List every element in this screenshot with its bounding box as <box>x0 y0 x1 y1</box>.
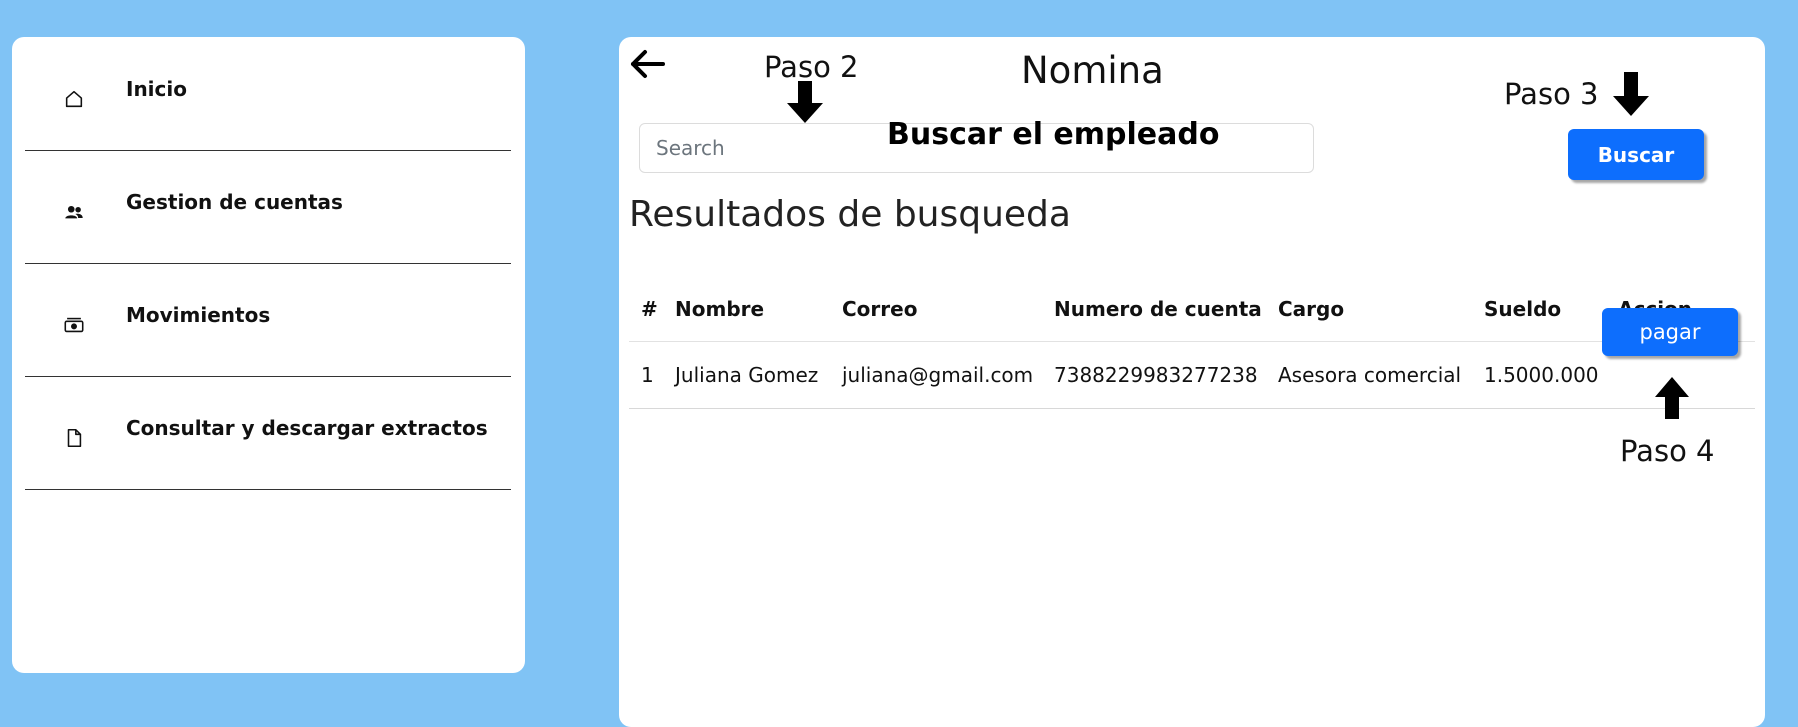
step-3-label: Paso 3 <box>1504 77 1599 111</box>
column-header: Correo <box>830 277 1042 342</box>
cell-sueldo: 1.5000.000 <box>1472 341 1606 409</box>
cell-nombre: Juliana Gomez <box>663 341 830 409</box>
arrow-up-icon <box>1655 377 1689 423</box>
home-icon <box>63 88 85 110</box>
column-header: Nombre <box>663 277 830 342</box>
arrow-left-icon[interactable] <box>627 47 667 81</box>
table-header-row: # Nombre Correo Numero de cuenta Cargo S… <box>629 277 1755 342</box>
sidebar-item-movimientos[interactable]: Movimientos <box>25 263 511 377</box>
sidebar-item-label: Consultar y descargar extractos <box>126 416 488 440</box>
search-button[interactable]: Buscar <box>1568 129 1704 180</box>
sidebar-item-gestion-cuentas[interactable]: Gestion de cuentas <box>25 150 511 264</box>
cell-correo: juliana@gmail.com <box>830 341 1042 409</box>
main-panel: Nomina Paso 2 Paso 3 Buscar el empleado … <box>619 37 1765 727</box>
pay-button[interactable]: pagar <box>1602 308 1738 356</box>
arrow-down-icon <box>787 81 823 127</box>
cash-icon <box>63 314 85 336</box>
results-table: # Nombre Correo Numero de cuenta Cargo S… <box>629 277 1755 409</box>
column-header: Sueldo <box>1472 277 1606 342</box>
search-hint-label: Buscar el empleado <box>887 117 1220 152</box>
cell-cargo: Asesora comercial <box>1266 341 1472 409</box>
sidebar-item-label: Inicio <box>126 77 187 101</box>
step-2-label: Paso 2 <box>764 50 859 84</box>
sidebar-item-label: Movimientos <box>126 303 271 327</box>
column-header: # <box>629 277 663 342</box>
cell-number: 1 <box>629 341 663 409</box>
sidebar-item-label: Gestion de cuentas <box>126 190 343 214</box>
results-title: Resultados de busqueda <box>629 194 1071 235</box>
table-row: 1 Juliana Gomez juliana@gmail.com 738822… <box>629 341 1755 409</box>
arrow-down-icon <box>1613 72 1649 120</box>
users-icon <box>63 201 85 223</box>
file-icon <box>63 427 85 449</box>
step-4-label: Paso 4 <box>1620 434 1715 468</box>
column-header: Numero de cuenta <box>1042 277 1266 342</box>
sidebar-item-inicio[interactable]: Inicio <box>25 37 511 151</box>
sidebar: Inicio Gestion de cuentas Movimientos Co… <box>12 37 525 673</box>
cell-cuenta: 7388229983277238 <box>1042 341 1266 409</box>
page-title: Nomina <box>1021 49 1164 92</box>
sidebar-item-extractos[interactable]: Consultar y descargar extractos <box>25 376 511 490</box>
column-header: Cargo <box>1266 277 1472 342</box>
